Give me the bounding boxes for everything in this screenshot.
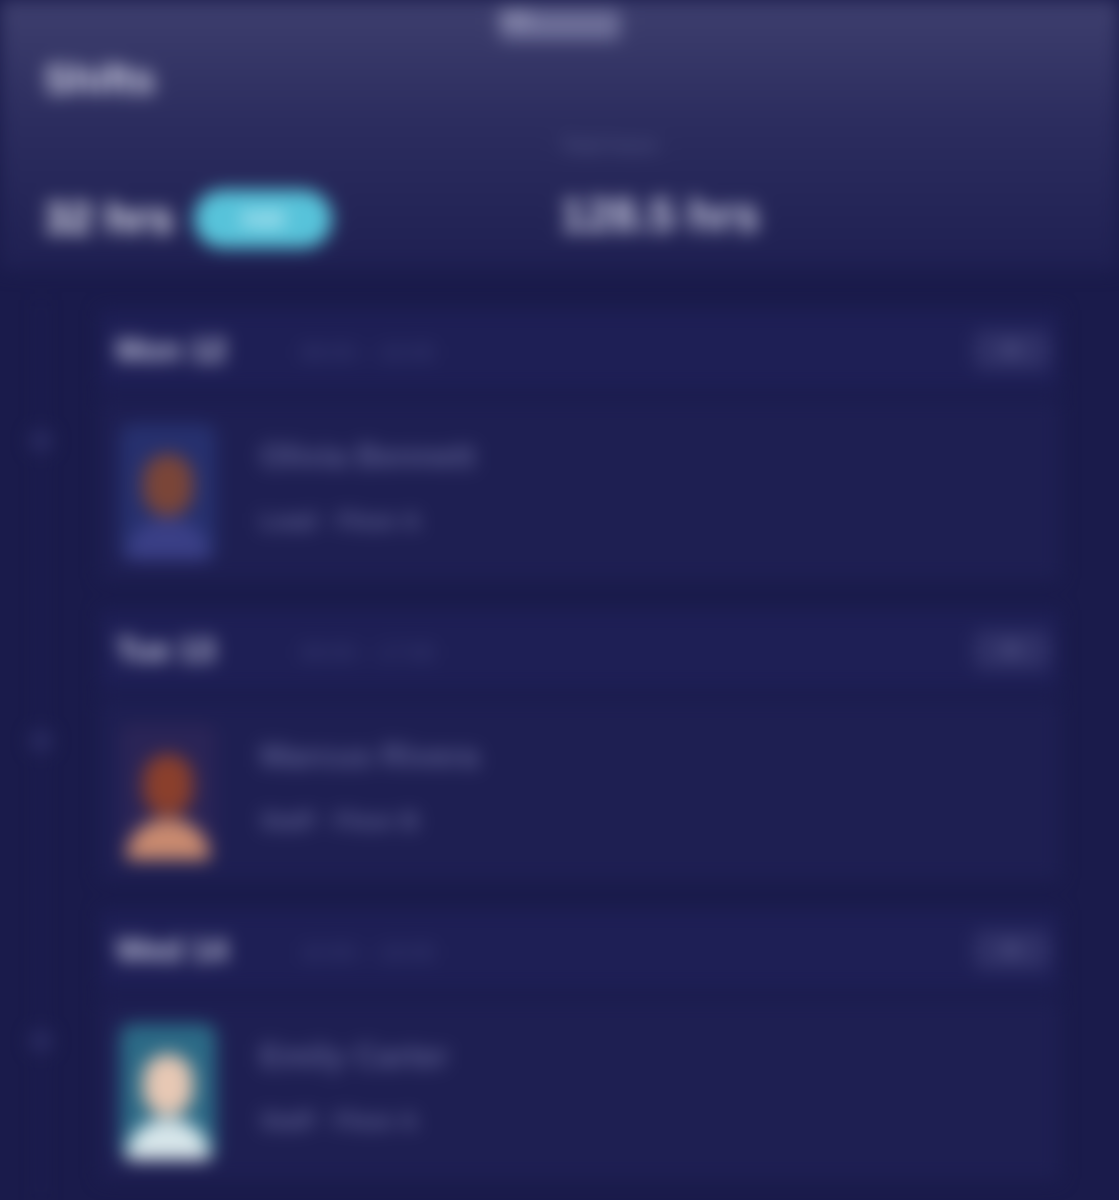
shift-card-header: Tue 13 09:00 – 17:00 8h bbox=[100, 610, 1060, 690]
shift-card-header: Mon 12 08:00 – 16:00 8h bbox=[100, 310, 1060, 390]
shift-time-range: 08:00 – 16:00 bbox=[300, 340, 435, 365]
avatar bbox=[120, 724, 216, 860]
avatar bbox=[120, 424, 216, 560]
shift-assignee[interactable]: Marcus Rivera Staff · Floor B bbox=[100, 700, 1060, 880]
assignee-role: Staff · Floor A bbox=[260, 1108, 418, 1135]
assignee-name: Olivia Bennett bbox=[260, 438, 476, 474]
avatar-shoulders bbox=[126, 1119, 210, 1160]
assignee-role: Lead · Floor A bbox=[260, 508, 421, 535]
shift-card[interactable]: Wed 14 10:00 – 18:00 8h Emily Carter Sta… bbox=[100, 910, 1060, 1190]
total-label: Total hours bbox=[560, 135, 658, 157]
shift-card-header: Wed 14 10:00 – 18:00 8h bbox=[100, 910, 1060, 990]
summary-stat: 32 hrs Add bbox=[44, 190, 332, 248]
page-title: Shifts bbox=[44, 58, 156, 102]
assignee-name: Emily Carter bbox=[260, 1038, 449, 1074]
total-value: 128.5 hrs bbox=[560, 189, 760, 241]
shift-time-range: 09:00 – 17:00 bbox=[300, 640, 435, 665]
summary-value: 32 hrs bbox=[44, 194, 174, 243]
shift-date: Tue 13 bbox=[116, 632, 215, 668]
avatar-shoulders bbox=[126, 819, 210, 860]
assignee-name: Marcus Rivera bbox=[260, 738, 479, 774]
shift-duration-badge: 8h bbox=[974, 930, 1050, 970]
add-shift-button[interactable]: Add bbox=[193, 190, 332, 248]
avatar-shoulders bbox=[126, 519, 210, 560]
status-time: 9:41 bbox=[500, 10, 620, 40]
timeline-dot bbox=[30, 730, 52, 752]
total-stat: Total hours 128.5 hrs bbox=[560, 135, 759, 242]
shift-date: Mon 12 bbox=[116, 332, 227, 368]
timeline-dot bbox=[30, 430, 52, 452]
assignee-role: Staff · Floor B bbox=[260, 808, 419, 835]
top-header: 9:41 Shifts 32 hrs Add Total hours 128.5… bbox=[0, 0, 1119, 270]
shift-duration-badge: 8h bbox=[974, 630, 1050, 670]
shift-time-range: 10:00 – 18:00 bbox=[300, 940, 435, 965]
avatar bbox=[120, 1024, 216, 1160]
avatar-head bbox=[143, 754, 193, 816]
shift-card[interactable]: Mon 12 08:00 – 16:00 8h Olivia Bennett L… bbox=[100, 310, 1060, 590]
shift-assignee[interactable]: Olivia Bennett Lead · Floor A bbox=[100, 400, 1060, 580]
screen: 9:41 Shifts 32 hrs Add Total hours 128.5… bbox=[0, 0, 1119, 1200]
avatar-head bbox=[143, 454, 193, 516]
timeline-dot bbox=[30, 1030, 52, 1052]
avatar-head bbox=[143, 1054, 193, 1116]
shift-assignee[interactable]: Emily Carter Staff · Floor A bbox=[100, 1000, 1060, 1180]
shift-card[interactable]: Tue 13 09:00 – 17:00 8h Marcus Rivera St… bbox=[100, 610, 1060, 890]
shift-duration-badge: 8h bbox=[974, 330, 1050, 370]
shift-date: Wed 14 bbox=[116, 932, 228, 968]
